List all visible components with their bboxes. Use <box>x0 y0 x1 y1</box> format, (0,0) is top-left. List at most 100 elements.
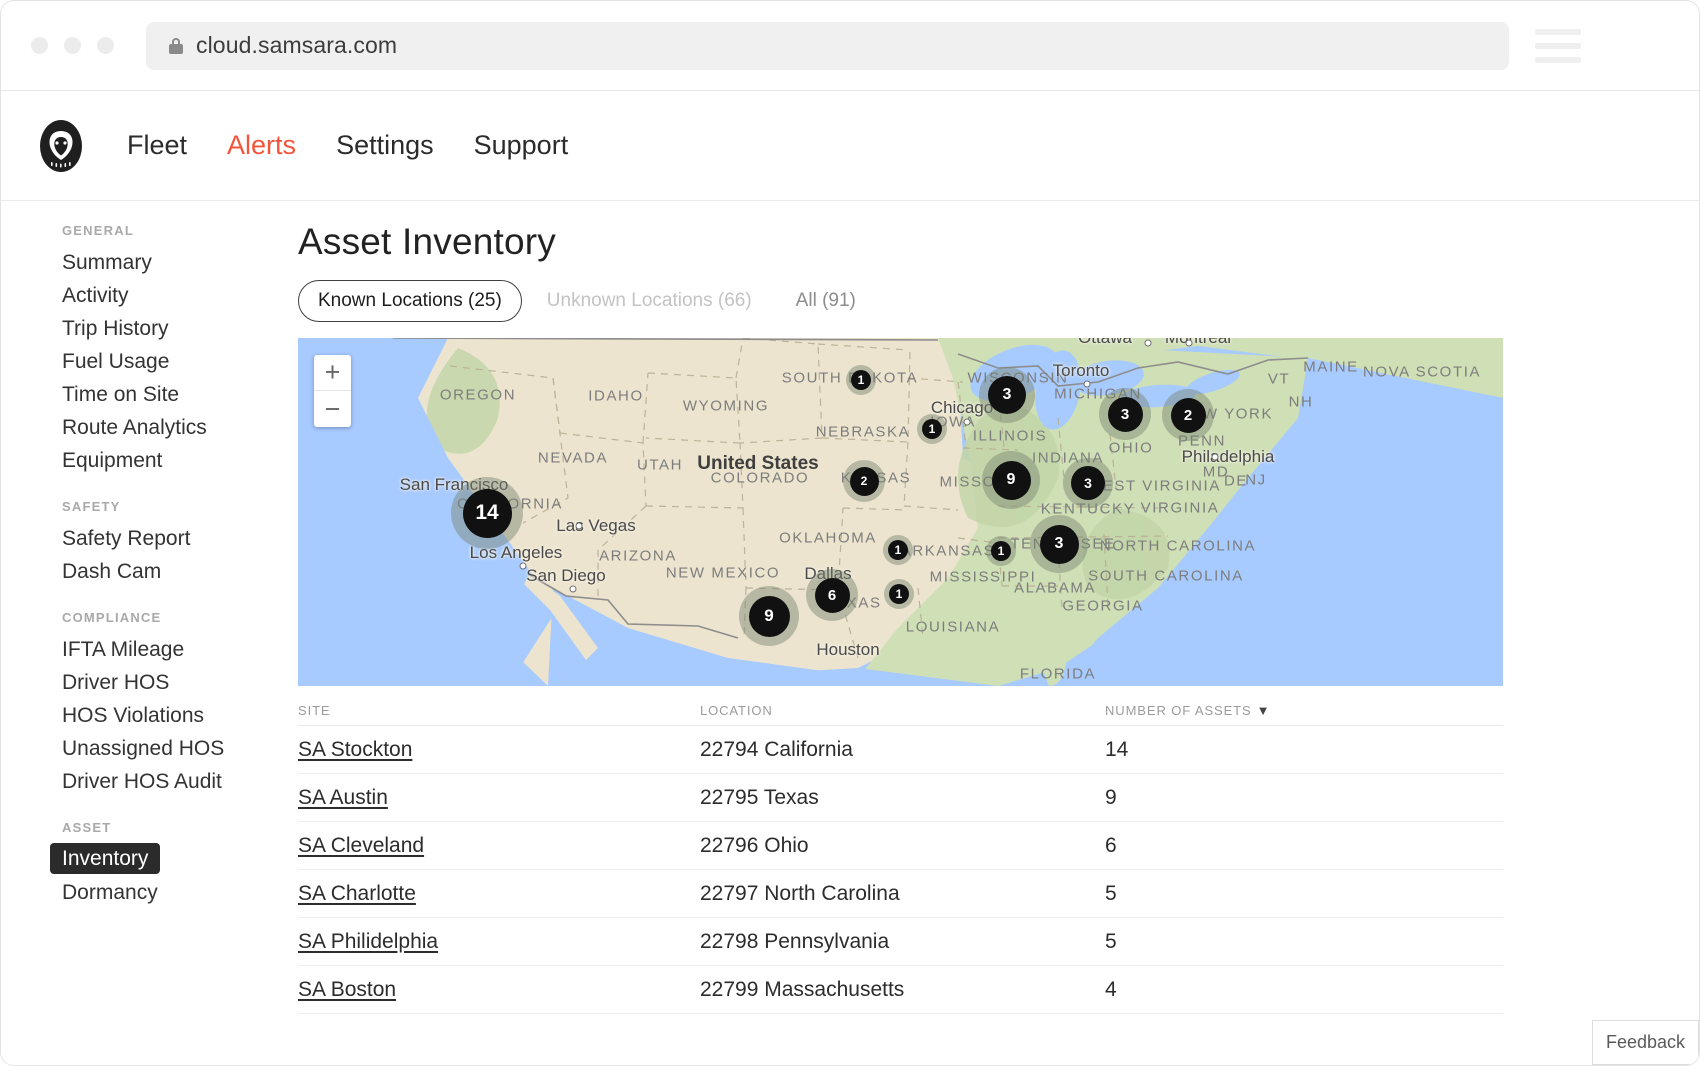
sidebar-item-driver-hos-audit[interactable]: Driver HOS Audit <box>1 765 298 798</box>
sidebar-item-hos-violations[interactable]: HOS Violations <box>1 699 298 732</box>
map-zoom-in-button[interactable]: + <box>314 355 351 391</box>
column-header-site[interactable]: SITE <box>298 703 700 718</box>
site-link[interactable]: SA Charlotte <box>298 882 416 905</box>
sidebar-item-safety-report[interactable]: Safety Report <box>1 522 298 555</box>
sidebar-item-trip-history[interactable]: Trip History <box>1 312 298 345</box>
map-cluster-marker[interactable]: 9 <box>739 586 799 646</box>
cell-number-of-assets: 5 <box>1105 882 1503 906</box>
table-row: SA Charlotte 22797 North Carolina5 <box>298 870 1503 918</box>
cell-number-of-assets: 9 <box>1105 786 1503 810</box>
sidebar-item-time-on-site[interactable]: Time on Site <box>1 378 298 411</box>
cell-location: 22797 North Carolina <box>700 882 1105 906</box>
hamburger-menu-icon[interactable] <box>1535 29 1581 63</box>
asset-inventory-table: SITE LOCATION NUMBER OF ASSETS ▼ SA Stock… <box>298 686 1503 1014</box>
map-cluster-count: 9 <box>749 596 790 637</box>
map-cluster-count: 9 <box>992 461 1031 500</box>
site-link[interactable]: SA Philidelphia <box>298 930 438 953</box>
map-cluster-marker[interactable]: 9 <box>982 451 1040 509</box>
map-cluster-marker[interactable]: 1 <box>883 535 913 565</box>
sort-descending-icon[interactable]: ▼ <box>1257 703 1271 718</box>
map-cluster-marker[interactable]: 1 <box>884 579 914 609</box>
address-bar[interactable]: cloud.samsara.com <box>146 22 1509 70</box>
sidebar-item-dash-cam[interactable]: Dash Cam <box>1 555 298 588</box>
table-body: SA Stockton22794 California14SA Austin22… <box>298 726 1503 1014</box>
map-state-label: ARKANSAS <box>901 543 996 560</box>
map-cluster-marker[interactable]: 1 <box>986 536 1016 566</box>
map-state-label: ILLINOIS <box>973 428 1048 445</box>
map-state-label: NEBRASKA <box>816 424 911 441</box>
site-link[interactable]: SA Cleveland <box>298 834 424 857</box>
map-state-label: UTAH <box>637 457 683 474</box>
minimize-window-button[interactable] <box>64 37 81 54</box>
cell-number-of-assets: 5 <box>1105 930 1503 954</box>
map-cluster-count: 2 <box>1171 398 1206 433</box>
table-header-row: SITE LOCATION NUMBER OF ASSETS ▼ <box>298 686 1503 726</box>
map-cluster-count: 1 <box>851 370 871 390</box>
sidebar-item-unassigned-hos[interactable]: Unassigned HOS <box>1 732 298 765</box>
map-cluster-marker[interactable]: 3 <box>1063 458 1113 508</box>
close-window-button[interactable] <box>31 37 48 54</box>
cell-site: SA Cleveland <box>298 834 700 858</box>
asset-map[interactable]: + − United StatesOREGONIDAHOWYOMINGSOUTH… <box>298 338 1503 686</box>
nav-item-fleet[interactable]: Fleet <box>127 130 187 161</box>
sidebar-item-ifta-mileage[interactable]: IFTA Mileage <box>1 633 298 666</box>
map-cluster-marker[interactable]: 1 <box>917 414 947 444</box>
sidebar-divider-2 <box>1 588 298 610</box>
tab-all[interactable]: All (91) <box>777 281 875 321</box>
nav-item-support[interactable]: Support <box>474 130 569 161</box>
cell-location: 22798 Pennsylvania <box>700 930 1105 954</box>
browser-toolbar: cloud.samsara.com <box>1 1 1700 91</box>
map-cluster-marker[interactable]: 2 <box>1162 389 1214 441</box>
tab-unknown-locations[interactable]: Unknown Locations (66) <box>528 281 771 321</box>
table-row: SA Cleveland22796 Ohio6 <box>298 822 1503 870</box>
map-cluster-marker[interactable]: 14 <box>451 477 523 549</box>
sidebar-item-inventory[interactable]: Inventory <box>50 843 160 874</box>
map-cluster-count: 3 <box>1108 397 1143 432</box>
sidebar-item-fuel-usage[interactable]: Fuel Usage <box>1 345 298 378</box>
tab-known-locations[interactable]: Known Locations (25) <box>298 280 522 322</box>
samsara-owl-logo <box>39 119 83 173</box>
sidebar-group-general: GENERAL <box>1 223 298 246</box>
map-cluster-marker[interactable]: 2 <box>843 460 885 502</box>
cell-site: SA Philidelphia <box>298 930 700 954</box>
map-city-label: Montreal <box>1165 338 1231 348</box>
sidebar-item-dormancy[interactable]: Dormancy <box>1 876 298 909</box>
column-header-location[interactable]: LOCATION <box>700 703 1105 718</box>
map-cluster-marker[interactable]: 3 <box>979 367 1035 423</box>
table-row: SA Austin22795 Texas9 <box>298 774 1503 822</box>
map-cluster-marker[interactable]: 3 <box>1099 388 1151 440</box>
map-city-label: Las Vegas <box>556 516 635 536</box>
map-cluster-marker[interactable]: 1 <box>846 365 876 395</box>
map-city-dot-icon <box>964 419 971 426</box>
map-state-label: NJ <box>1245 472 1267 489</box>
map-state-label: IDAHO <box>588 388 644 405</box>
sidebar-item-activity[interactable]: Activity <box>1 279 298 312</box>
feedback-button[interactable]: Feedback <box>1592 1020 1699 1065</box>
map-cluster-marker[interactable]: 6 <box>806 569 858 621</box>
sidebar-group-asset: ASSET <box>1 820 298 843</box>
sidebar-group-compliance: COMPLIANCE <box>1 610 298 633</box>
column-header-number-of-assets[interactable]: NUMBER OF ASSETS ▼ <box>1105 703 1503 718</box>
sidebar-group-safety: SAFETY <box>1 499 298 522</box>
map-cluster-marker[interactable]: 3 <box>1030 515 1088 573</box>
map-cluster-count: 3 <box>1040 525 1079 564</box>
filter-tabs: Known Locations (25) Unknown Locations (… <box>298 280 1699 322</box>
sidebar-divider-1 <box>1 477 298 499</box>
cell-number-of-assets: 6 <box>1105 834 1503 858</box>
sidebar-item-route-analytics[interactable]: Route Analytics <box>1 411 298 444</box>
site-link[interactable]: SA Stockton <box>298 738 412 761</box>
maximize-window-button[interactable] <box>97 37 114 54</box>
sidebar-item-summary[interactable]: Summary <box>1 246 298 279</box>
column-header-number-of-assets-label: NUMBER OF ASSETS <box>1105 703 1252 718</box>
sidebar-item-driver-hos[interactable]: Driver HOS <box>1 666 298 699</box>
map-city-dot-icon <box>570 586 577 593</box>
map-state-label: NOVA SCOTIA <box>1363 364 1481 381</box>
sidebar-item-equipment[interactable]: Equipment <box>1 444 298 477</box>
nav-item-settings[interactable]: Settings <box>336 130 434 161</box>
map-zoom-out-button[interactable]: − <box>314 391 351 427</box>
nav-item-alerts[interactable]: Alerts <box>227 130 296 161</box>
site-link[interactable]: SA Austin <box>298 786 388 809</box>
site-link[interactable]: SA Boston <box>298 978 396 1001</box>
url-text: cloud.samsara.com <box>196 32 397 59</box>
table-row: SA Stockton22794 California14 <box>298 726 1503 774</box>
